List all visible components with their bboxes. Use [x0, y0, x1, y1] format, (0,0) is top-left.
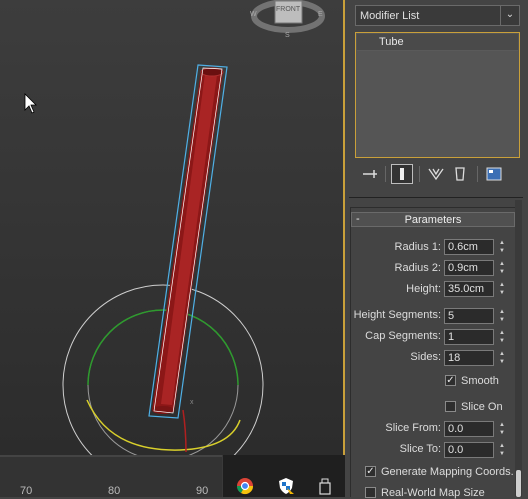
timeline-tick-80: 80	[108, 485, 121, 497]
pin-stack-icon[interactable]	[359, 164, 381, 184]
modifier-list-label: Modifier List	[360, 10, 420, 22]
radius2-field[interactable]: 0.9cm	[444, 260, 494, 276]
height-spinner[interactable]: ▲ ▼	[497, 281, 507, 297]
scrollbar-thumb[interactable]	[516, 470, 521, 497]
smooth-label: Smooth	[461, 375, 499, 387]
timeline-ticks	[0, 455, 222, 457]
perspective-viewport[interactable]: x FRONT W E S	[0, 0, 345, 455]
chrome-icon[interactable]	[236, 477, 254, 495]
slice-to-label: Slice To:	[399, 443, 441, 455]
radius1-field[interactable]: 0.6cm	[444, 239, 494, 255]
stack-item-tube[interactable]: Tube	[357, 34, 518, 51]
svg-text:x: x	[190, 399, 194, 406]
height-segments-label: Height Segments:	[353, 309, 441, 321]
slice-from-label: Slice From:	[385, 422, 441, 434]
real-world-checkbox[interactable]	[365, 487, 376, 498]
show-end-result-icon[interactable]	[391, 164, 413, 184]
sides-label: Sides:	[410, 351, 441, 363]
stack-item-label: Tube	[379, 36, 404, 48]
make-unique-icon[interactable]	[425, 164, 447, 184]
radius1-label: Radius 1:	[394, 241, 441, 253]
chevron-down-icon[interactable]: ⌄	[500, 6, 519, 25]
viewport-scene: x	[24, 0, 325, 455]
taskbar-tray	[222, 455, 345, 497]
rollout-title: Parameters	[404, 214, 462, 226]
smooth-checkbox[interactable]: ✓	[445, 375, 456, 386]
shield-icon[interactable]	[277, 477, 295, 495]
cap-segments-field[interactable]: 1	[444, 329, 494, 345]
panel-scrollbar[interactable]	[515, 200, 522, 497]
usb-drive-icon[interactable]	[316, 477, 334, 495]
generate-mapping-label: Generate Mapping Coords.	[381, 466, 514, 478]
remove-modifier-icon[interactable]	[449, 164, 471, 184]
compass-south: S	[285, 32, 290, 39]
slice-on-label: Slice On	[461, 401, 503, 413]
tube-object[interactable]	[148, 64, 228, 419]
timeline-tick-70: 70	[20, 485, 33, 497]
viewcube-face-label: FRONT	[276, 6, 301, 13]
real-world-label: Real-World Map Size	[381, 487, 485, 499]
mouse-cursor-icon	[24, 93, 37, 114]
modify-command-panel: Modifier List ⌄ Tube - Parameters Radius…	[345, 0, 528, 499]
slice-from-field[interactable]: 0.0	[444, 421, 494, 437]
generate-mapping-checkbox[interactable]: ✓	[365, 466, 376, 477]
configure-modifier-sets-icon[interactable]	[483, 164, 505, 184]
parameters-rollout-header[interactable]: - Parameters	[351, 212, 515, 227]
stack-toolbar	[355, 164, 520, 186]
timeline-tick-90: 90	[196, 485, 209, 497]
slice-on-checkbox[interactable]	[445, 401, 456, 412]
compass-west: W	[250, 11, 257, 18]
cap-segments-label: Cap Segments:	[365, 330, 441, 342]
cap-segments-spinner[interactable]: ▲ ▼	[497, 329, 507, 345]
modifier-list-dropdown[interactable]: Modifier List ⌄	[355, 5, 520, 26]
compass-east: E	[318, 11, 323, 18]
slice-to-spinner[interactable]: ▲ ▼	[497, 442, 507, 458]
slice-from-spinner[interactable]: ▲ ▼	[497, 421, 507, 437]
sides-field[interactable]: 18	[444, 350, 494, 366]
radius2-label: Radius 2:	[394, 262, 441, 274]
height-label: Height:	[406, 283, 441, 295]
radius1-spinner[interactable]: ▲ ▼	[497, 239, 507, 255]
time-slider-ruler[interactable]: 70 80 90	[0, 455, 345, 497]
sides-spinner[interactable]: ▲ ▼	[497, 350, 507, 366]
height-field[interactable]: 35.0cm	[444, 281, 494, 297]
height-segments-spinner[interactable]: ▲ ▼	[497, 308, 507, 324]
slice-to-field[interactable]: 0.0	[444, 442, 494, 458]
height-segments-field[interactable]: 5	[444, 308, 494, 324]
modifier-stack[interactable]: Tube	[355, 32, 520, 158]
radius2-spinner[interactable]: ▲ ▼	[497, 260, 507, 276]
